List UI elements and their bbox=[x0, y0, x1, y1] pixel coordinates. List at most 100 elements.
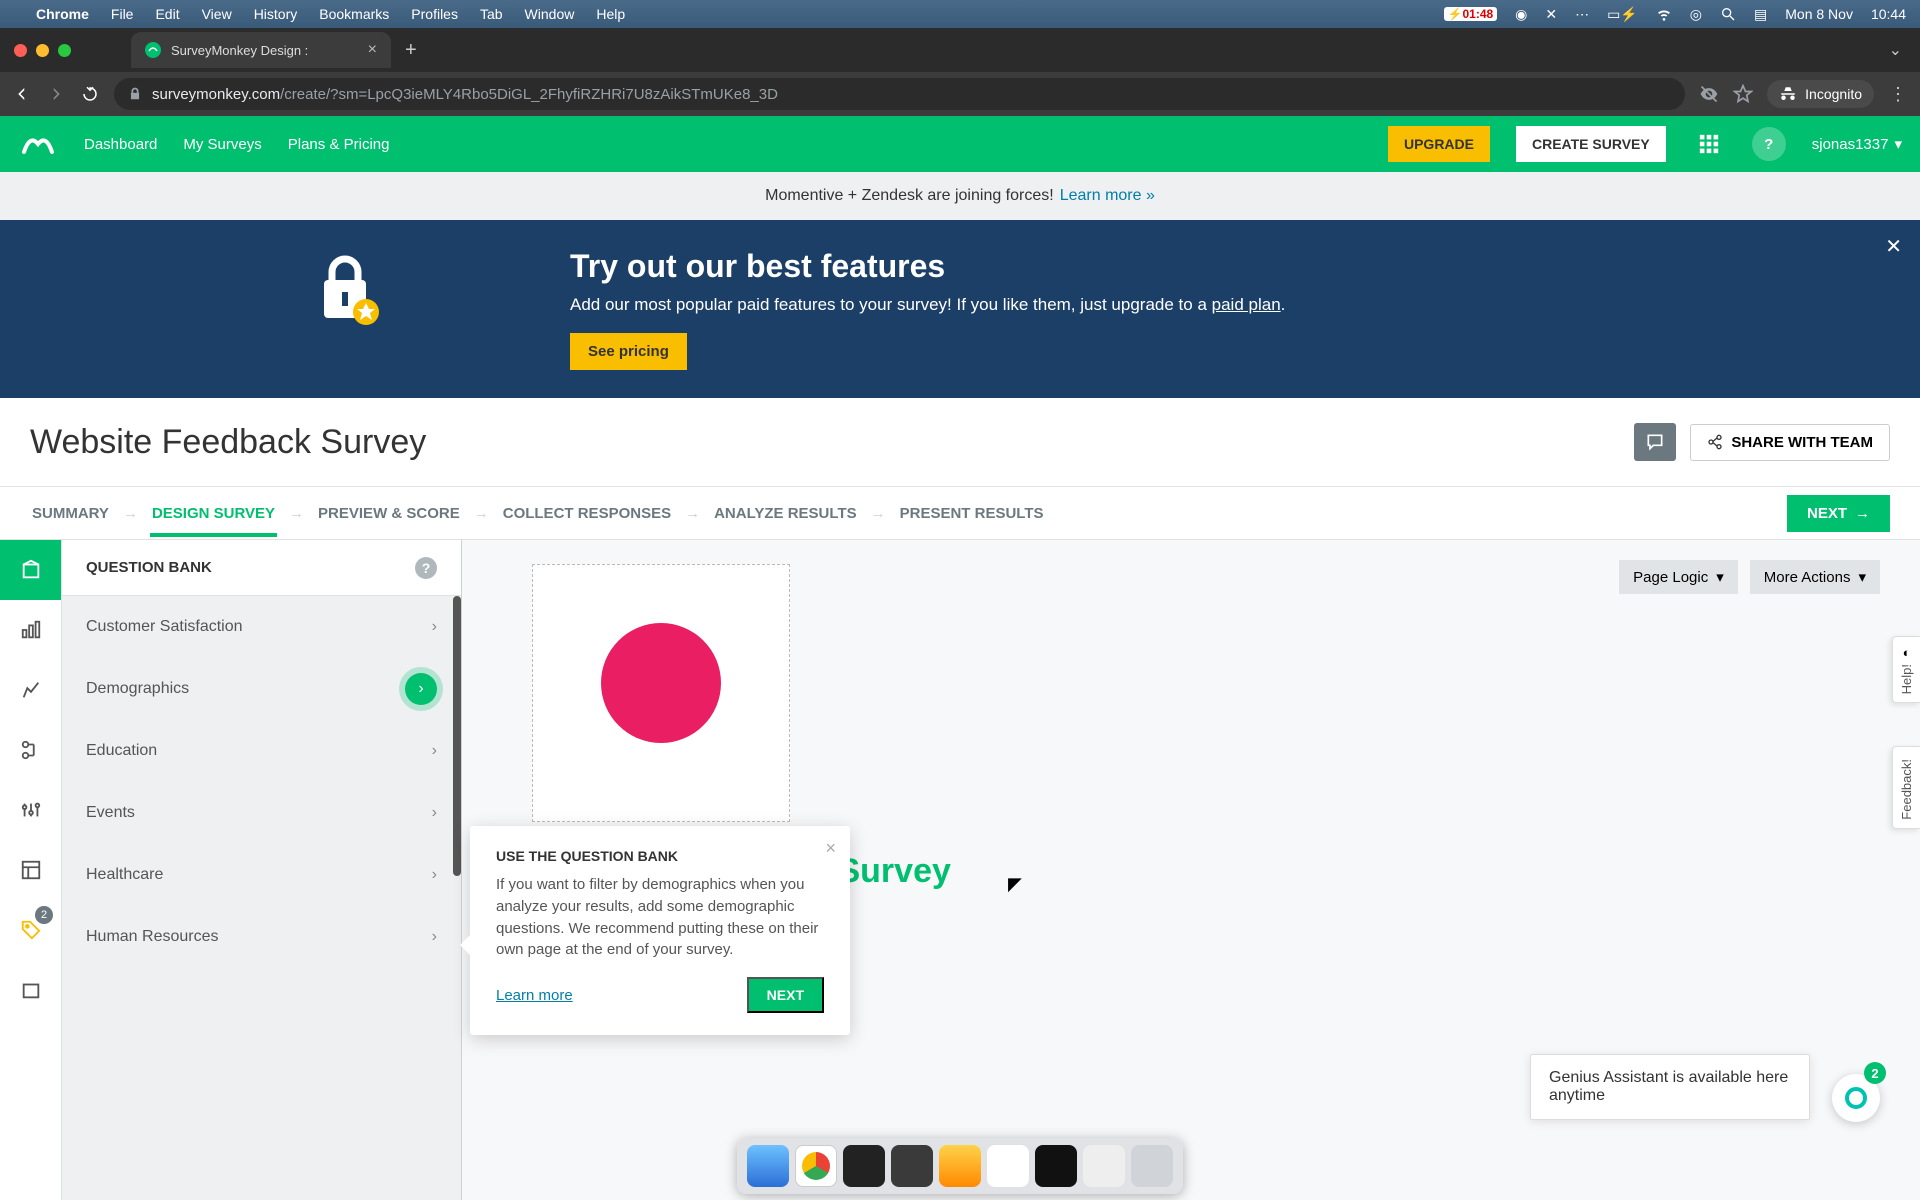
see-pricing-button[interactable]: See pricing bbox=[570, 333, 687, 370]
tab-preview-score[interactable]: PREVIEW & SCORE bbox=[316, 490, 462, 537]
nav-plans-pricing[interactable]: Plans & Pricing bbox=[288, 136, 390, 153]
window-minimize[interactable] bbox=[36, 44, 49, 57]
back-button[interactable] bbox=[12, 84, 32, 104]
menu-view[interactable]: View bbox=[202, 6, 232, 22]
spotlight-icon[interactable] bbox=[1720, 6, 1736, 22]
status-icon-1[interactable]: ◉ bbox=[1515, 6, 1527, 23]
tab-design-survey[interactable]: DESIGN SURVEY bbox=[150, 490, 277, 537]
dock-app-6[interactable] bbox=[987, 1145, 1029, 1187]
forward-button[interactable] bbox=[46, 84, 66, 104]
battery-time-indicator[interactable]: ⚡01:48 bbox=[1444, 7, 1498, 21]
share-with-team-button[interactable]: SHARE WITH TEAM bbox=[1690, 424, 1890, 461]
promo-paid-plan-link[interactable]: paid plan bbox=[1212, 295, 1281, 314]
status-icon-2[interactable]: ✕ bbox=[1545, 6, 1557, 23]
nav-my-surveys[interactable]: My Surveys bbox=[183, 136, 261, 153]
rail-layout[interactable] bbox=[0, 840, 61, 900]
incognito-indicator[interactable]: Incognito bbox=[1767, 80, 1874, 108]
dock-finder[interactable] bbox=[747, 1145, 789, 1187]
user-menu[interactable]: sjonas1337 ▾ bbox=[1812, 135, 1902, 153]
menubar-date[interactable]: Mon 8 Nov bbox=[1785, 6, 1853, 22]
dock-app-4[interactable] bbox=[891, 1145, 933, 1187]
rail-tags[interactable]: 2 bbox=[0, 900, 61, 960]
upgrade-button[interactable]: UPGRADE bbox=[1388, 126, 1490, 162]
dock-trash[interactable] bbox=[1131, 1145, 1173, 1187]
qbank-item-events[interactable]: Events › bbox=[62, 782, 461, 844]
apps-grid-icon[interactable] bbox=[1692, 127, 1726, 161]
menu-extra-icon[interactable]: ▤ bbox=[1754, 6, 1767, 23]
sidepanel-scrollbar[interactable] bbox=[453, 596, 461, 876]
nav-dashboard[interactable]: Dashboard bbox=[84, 136, 157, 153]
window-controls bbox=[14, 44, 71, 57]
rail-more[interactable] bbox=[0, 960, 61, 1020]
menu-edit[interactable]: Edit bbox=[155, 6, 179, 22]
help-icon[interactable]: ? bbox=[1752, 127, 1786, 161]
wifi-icon[interactable] bbox=[1656, 6, 1672, 22]
window-zoom[interactable] bbox=[58, 44, 71, 57]
menubar-time[interactable]: 10:44 bbox=[1871, 6, 1906, 22]
logo-placeholder[interactable] bbox=[532, 564, 790, 822]
qbank-item-demographics[interactable]: Demographics › bbox=[62, 658, 461, 720]
menu-tab[interactable]: Tab bbox=[480, 6, 503, 22]
tab-analyze-results[interactable]: ANALYZE RESULTS bbox=[712, 490, 859, 537]
qbank-item-human-resources[interactable]: Human Resources › bbox=[62, 906, 461, 968]
qbank-item-healthcare[interactable]: Healthcare › bbox=[62, 844, 461, 906]
survey-title: Website Feedback Survey bbox=[30, 423, 1634, 462]
tab-present-results[interactable]: PRESENT RESULTS bbox=[898, 490, 1046, 537]
control-center-icon[interactable]: ◎ bbox=[1690, 6, 1702, 23]
help-side-tab[interactable]: ◐ Help! bbox=[1892, 636, 1920, 703]
more-actions-dropdown[interactable]: More Actions ▾ bbox=[1750, 560, 1880, 594]
rail-logic[interactable] bbox=[0, 720, 61, 780]
qbank-item-education[interactable]: Education › bbox=[62, 720, 461, 782]
address-bar[interactable]: surveymonkey.com/create/?sm=LpcQ3ieMLY4R… bbox=[114, 78, 1685, 110]
next-label: NEXT bbox=[1807, 505, 1847, 522]
announcement-link[interactable]: Learn more » bbox=[1060, 187, 1155, 205]
menu-window[interactable]: Window bbox=[525, 6, 575, 22]
menu-history[interactable]: History bbox=[254, 6, 298, 22]
promo-banner: ✕ Try out our best features Add our most… bbox=[0, 220, 1920, 398]
tab-overflow-icon[interactable]: ⌄ bbox=[1889, 40, 1920, 60]
next-step-button[interactable]: NEXT → bbox=[1787, 495, 1890, 532]
feedback-side-tab[interactable]: Feedback! bbox=[1892, 746, 1920, 829]
dock-chrome[interactable] bbox=[795, 1145, 837, 1187]
dock-terminal[interactable] bbox=[843, 1145, 885, 1187]
chevron-down-icon: ▾ bbox=[1858, 568, 1866, 586]
question-bank-help-icon[interactable]: ? bbox=[415, 557, 437, 579]
rail-question-bank[interactable] bbox=[0, 540, 61, 600]
rail-style[interactable] bbox=[0, 660, 61, 720]
browser-tab[interactable]: SurveyMonkey Design : × bbox=[131, 32, 391, 68]
tracking-icon[interactable] bbox=[1699, 84, 1719, 104]
tab-close-icon[interactable]: × bbox=[368, 41, 377, 59]
tooltip-next-button[interactable]: NEXT bbox=[747, 977, 824, 1013]
dock-app-8[interactable] bbox=[1083, 1145, 1125, 1187]
new-tab-button[interactable]: + bbox=[391, 39, 431, 62]
menu-help[interactable]: Help bbox=[596, 6, 625, 22]
chrome-menu-icon[interactable]: ⋮ bbox=[1888, 84, 1908, 104]
surveymonkey-logo[interactable] bbox=[18, 128, 58, 160]
promo-close-icon[interactable]: ✕ bbox=[1885, 234, 1902, 259]
tab-summary[interactable]: SUMMARY bbox=[30, 490, 111, 537]
dock-app-5[interactable] bbox=[939, 1145, 981, 1187]
status-icon-3[interactable]: ⋯ bbox=[1575, 6, 1589, 23]
create-survey-button[interactable]: CREATE SURVEY bbox=[1516, 126, 1666, 162]
tooltip-learn-more-link[interactable]: Learn more bbox=[496, 987, 573, 1004]
lock-icon bbox=[128, 87, 142, 101]
reload-button[interactable] bbox=[80, 84, 100, 104]
tab-collect-responses[interactable]: COLLECT RESPONSES bbox=[501, 490, 673, 537]
window-close[interactable] bbox=[14, 44, 27, 57]
rail-builder[interactable] bbox=[0, 600, 61, 660]
page-logic-dropdown[interactable]: Page Logic ▾ bbox=[1619, 560, 1738, 594]
rail-options[interactable] bbox=[0, 780, 61, 840]
bookmark-star-icon[interactable] bbox=[1733, 84, 1753, 104]
tab-favicon bbox=[145, 42, 161, 58]
menu-file[interactable]: File bbox=[111, 6, 134, 22]
feedback-tab-label: Feedback! bbox=[1899, 759, 1914, 820]
battery-icon[interactable]: ▭⚡ bbox=[1607, 6, 1638, 23]
dock-app-7[interactable] bbox=[1035, 1145, 1077, 1187]
menu-profiles[interactable]: Profiles bbox=[411, 6, 458, 22]
comments-button[interactable] bbox=[1634, 423, 1676, 461]
qbank-item-customer-satisfaction[interactable]: Customer Satisfaction › bbox=[62, 596, 461, 658]
menu-bookmarks[interactable]: Bookmarks bbox=[319, 6, 389, 22]
tooltip-close-icon[interactable]: × bbox=[825, 838, 836, 859]
chevron-down-icon: ▾ bbox=[1716, 568, 1724, 586]
menubar-app[interactable]: Chrome bbox=[36, 6, 89, 22]
